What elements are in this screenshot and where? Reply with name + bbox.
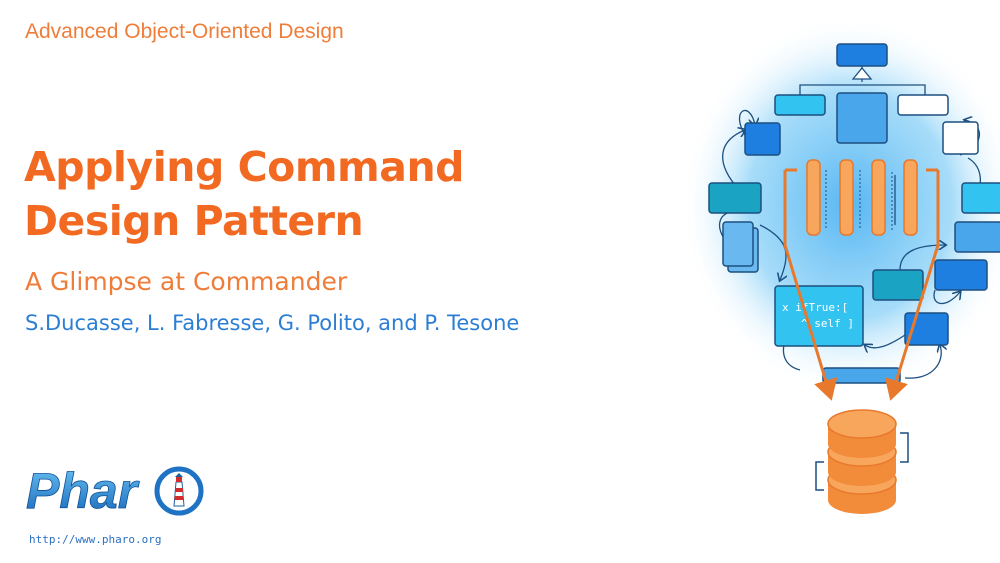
authors: S.Ducasse, L. Fabresse, G. Polito, and P… [25,311,520,335]
code-line-1: x ifTrue:[ [782,301,848,314]
lighthouse-icon [154,466,204,516]
course-title: Advanced Object-Oriented Design [25,20,344,43]
pharo-logo: Phar [26,463,204,519]
database-icon [815,409,909,514]
title-line-2: Design Pattern [24,197,364,245]
lightbulb-illustration: x ifTrue:[ ^ self ] [680,15,1000,514]
title-line-1: Applying Command [24,143,464,191]
slide-subtitle: A Glimpse at Commander [25,267,348,296]
pharo-url[interactable]: http://www.pharo.org [29,533,161,546]
pharo-logo-text: Phar [26,463,140,519]
slide-title: Applying Command Design Pattern [24,140,584,248]
